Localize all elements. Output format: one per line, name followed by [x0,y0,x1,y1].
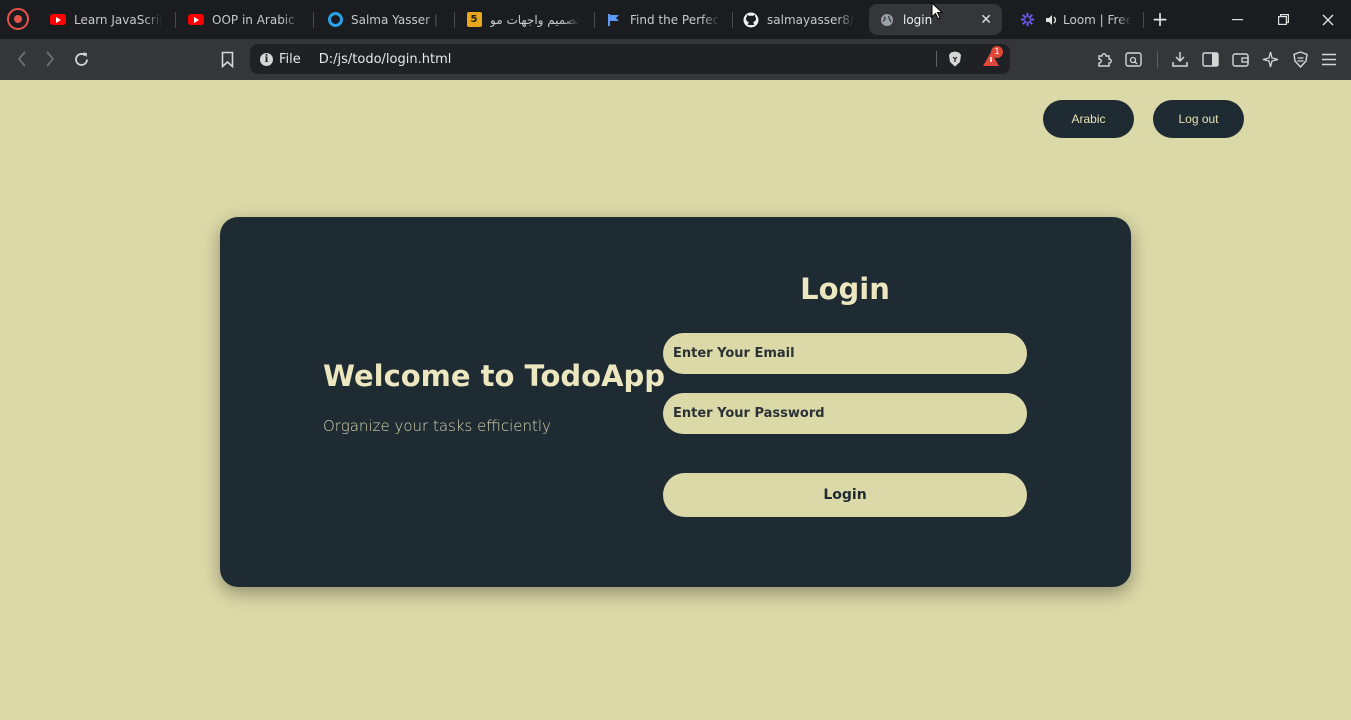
mouse-cursor-icon [931,2,943,20]
logout-button[interactable]: Log out [1153,100,1244,138]
address-bar[interactable]: i File D:/js/todo/login.html 1 [250,44,1010,74]
circle-icon [327,12,343,28]
tab-loom[interactable]: Loom | Free S [1009,4,1141,35]
leo-ai-icon[interactable] [1258,47,1282,71]
github-icon [743,12,759,28]
tab-search-icon[interactable] [1121,47,1145,71]
page-content: Arabic Log out Welcome to TodoApp Organi… [0,80,1351,720]
password-input[interactable] [663,393,1027,434]
bookmark-icon[interactable] [215,47,239,71]
welcome-title: Welcome to TodoApp [323,359,666,393]
youtube-icon [188,12,204,28]
scheme-label: File [279,51,301,67]
minimize-button[interactable] [1214,0,1260,39]
vpn-shield-icon[interactable] [1288,47,1312,71]
browser-tab-bar: Learn JavaScript OOP in Arabic - # Salma… [0,0,1351,39]
tab-title: Learn JavaScript [74,12,162,27]
close-window-button[interactable] [1305,0,1351,39]
loom-icon [1019,12,1035,28]
welcome-subtitle: Organize your tasks efficiently [323,417,551,435]
youtube-icon [50,12,66,28]
brave-shields-icon[interactable] [948,51,962,67]
tab-oop-arabic[interactable]: OOP in Arabic - # [178,4,310,35]
login-submit-button[interactable]: Login [663,473,1027,517]
tab-title: salmayasser8/To [767,12,855,27]
record-icon[interactable] [7,8,29,30]
url-text[interactable]: D:/js/todo/login.html [319,52,452,67]
tab-salma-yasser[interactable]: Salma Yasser | قل [317,4,452,35]
speaker-icon[interactable] [1043,12,1059,28]
tab-title: Loom | Free S [1063,12,1131,27]
globe-icon [879,12,895,28]
notification-badge: 1 [991,46,1003,58]
arabic-language-button[interactable]: Arabic [1043,100,1134,138]
login-heading: Login [800,272,890,306]
reload-icon[interactable] [69,47,93,71]
tab-title: login [903,12,933,27]
tab-learn-javascript[interactable]: Learn JavaScript [40,4,172,35]
tab-arabic-design[interactable]: 5 تصميم واجهات مو [456,4,594,35]
restore-button[interactable] [1260,0,1306,39]
new-tab-button[interactable]: + [1149,8,1171,30]
tab-title: Salma Yasser | قل [351,12,442,27]
menu-icon[interactable] [1317,47,1341,71]
tab-title: OOP in Arabic - # [212,12,300,27]
login-card: Welcome to TodoApp Organize your tasks e… [220,217,1131,587]
tab-title: Find the Perfect I [630,12,720,27]
five-icon: 5 [466,12,482,28]
browser-toolbar: i File D:/js/todo/login.html 1 [0,39,1351,80]
tab-find-perfect[interactable]: Find the Perfect I [596,4,730,35]
back-icon[interactable] [10,47,34,71]
flag-icon [606,12,622,28]
close-tab-icon[interactable]: ✕ [980,12,992,28]
download-icon[interactable] [1168,47,1192,71]
extensions-icon[interactable] [1092,47,1116,71]
forward-icon[interactable] [38,47,62,71]
sidebar-icon[interactable] [1198,47,1222,71]
wallet-icon[interactable] [1228,47,1252,71]
tab-title: تصميم واجهات مو [490,12,580,27]
tab-github-repo[interactable]: salmayasser8/To [733,4,865,35]
info-icon[interactable]: i [260,52,273,66]
email-input[interactable] [663,333,1027,374]
